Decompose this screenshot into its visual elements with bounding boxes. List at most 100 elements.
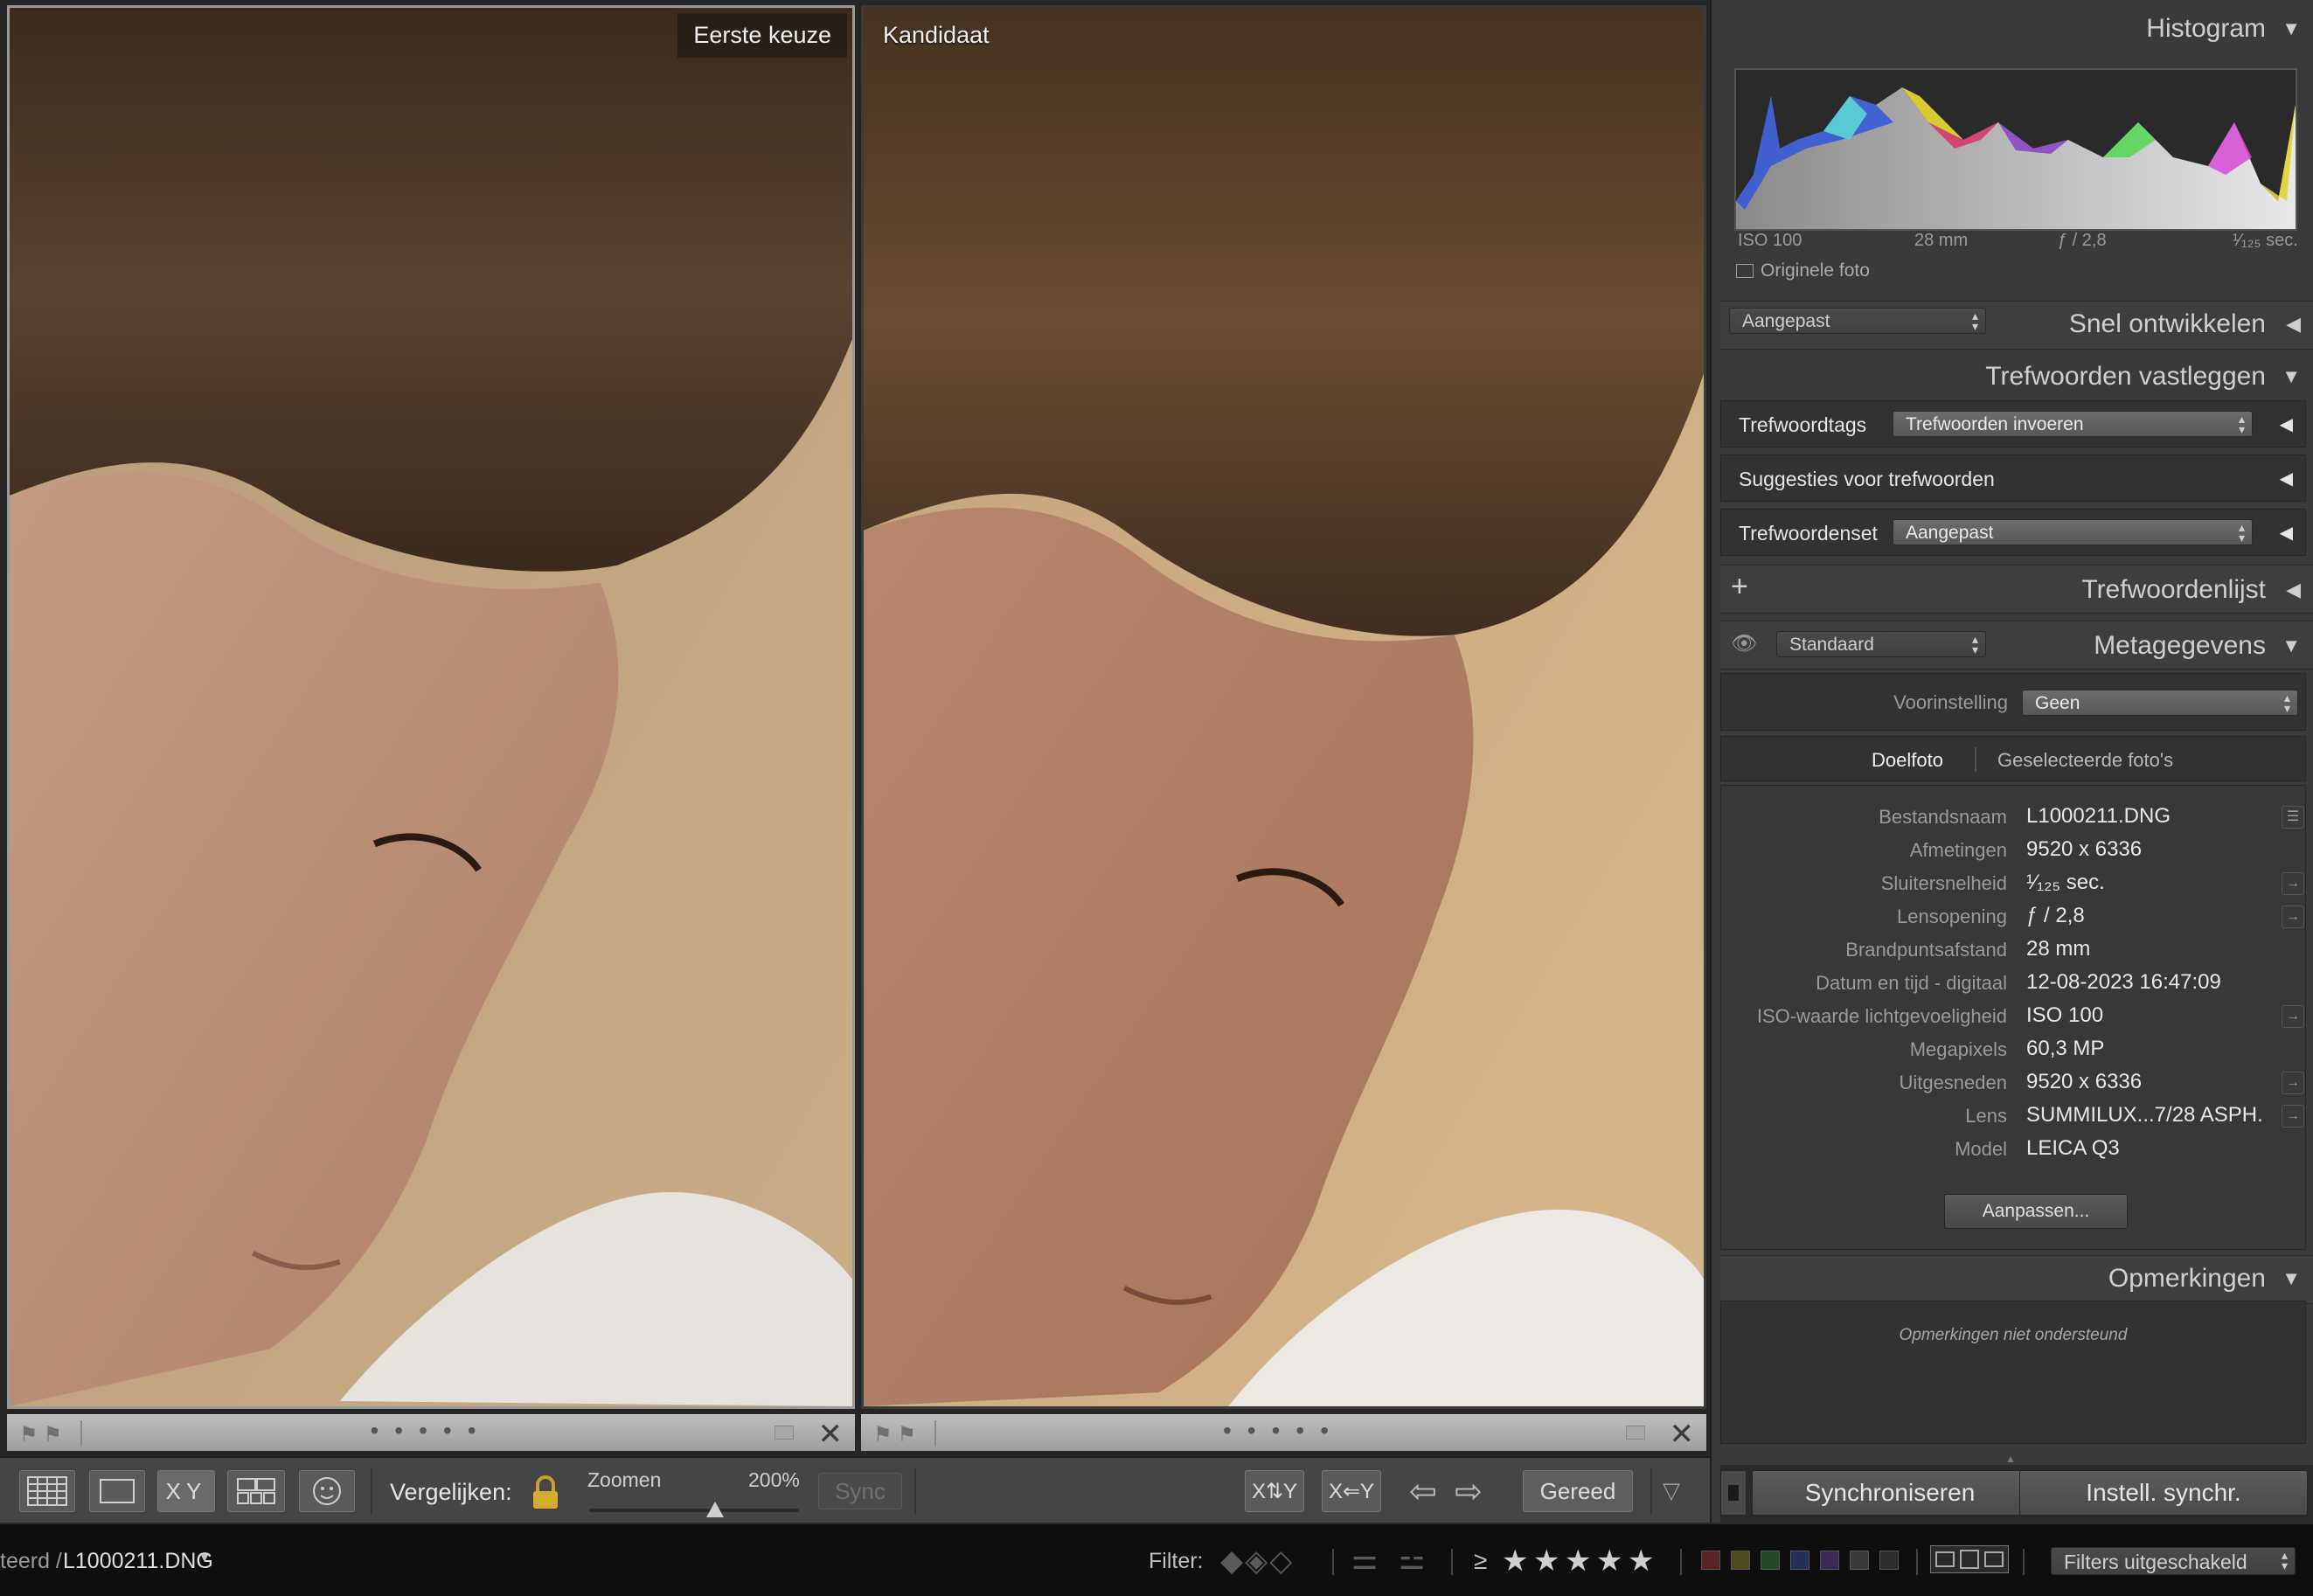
chevron-updown-icon: ▴ ▾ bbox=[2238, 520, 2245, 545]
grid-icon bbox=[27, 1476, 67, 1506]
candidate-photo-pane[interactable]: Kandidaat bbox=[861, 5, 1706, 1409]
select-photo bbox=[10, 8, 852, 1406]
arrow-right-icon[interactable]: → bbox=[2282, 1005, 2304, 1028]
metadata-header[interactable]: Metagegevens ▼ bbox=[1712, 631, 2313, 661]
color-filter-purple[interactable] bbox=[1820, 1551, 1839, 1570]
compare-view-button[interactable]: XY bbox=[157, 1470, 215, 1512]
close-icon[interactable]: ✕ bbox=[818, 1417, 844, 1452]
right-panel: Histogram ▼ ISO 100 28 mm ƒ / 2,8 ¹⁄₁₂₅ … bbox=[1710, 0, 2313, 1523]
collapse-triangle-icon[interactable]: ▼ bbox=[2282, 365, 2301, 388]
original-photo-checkbox[interactable] bbox=[1736, 264, 1754, 278]
histogram-header[interactable]: Histogram ▼ bbox=[1712, 14, 2313, 44]
zoom-slider-handle[interactable] bbox=[706, 1502, 724, 1517]
keyword-tags-dropdown[interactable]: Trefwoorden invoeren ▴ ▾ bbox=[1893, 411, 2253, 437]
flag-filter-icon[interactable]: ◆◈◇ bbox=[1220, 1544, 1294, 1579]
metadata-row-lens: Lens SUMMILUX...7/28 ASPH. → bbox=[1720, 1100, 2306, 1133]
unedited-filter-icon[interactable]: ⚍ bbox=[1399, 1542, 1425, 1577]
star-icon[interactable]: ★ bbox=[1533, 1544, 1559, 1579]
metadata-row-dimensions: Afmetingen 9520 x 6336 bbox=[1909, 837, 2143, 861]
expand-triangle-icon[interactable]: ◀ bbox=[2280, 522, 2293, 544]
color-filter-green[interactable] bbox=[1761, 1551, 1780, 1570]
keyword-list-header[interactable]: Trefwoordenlijst ◀ bbox=[1712, 575, 2313, 605]
compare-toolbar: XY Vergelijken: Zoomen 200% Sync X⇅Y X⇐Y… bbox=[0, 1456, 1710, 1523]
tab-target-photo[interactable]: Doelfoto bbox=[1872, 749, 1943, 772]
expand-triangle-icon[interactable]: ◀ bbox=[2286, 313, 2301, 336]
arrow-right-icon[interactable]: → bbox=[2282, 872, 2304, 895]
close-icon[interactable]: ✕ bbox=[1670, 1417, 1695, 1452]
expand-triangle-icon[interactable]: ◀ bbox=[2286, 579, 2301, 601]
people-view-button[interactable] bbox=[299, 1470, 355, 1512]
metadata-preset-dropdown[interactable]: Geen ▴ ▾ bbox=[2022, 690, 2298, 716]
sync-settings-button[interactable]: Instell. synchr. bbox=[2019, 1470, 2308, 1516]
customize-button[interactable]: Aanpassen... bbox=[1944, 1194, 2128, 1229]
kind-filter-icon[interactable] bbox=[1930, 1545, 2009, 1573]
chevron-down-icon[interactable]: ▼ bbox=[198, 1551, 212, 1566]
keyword-set-row: Trefwoordenset Aangepast ▴ ▾ ◀ bbox=[1720, 509, 2306, 556]
color-label-icon[interactable] bbox=[1626, 1426, 1645, 1440]
compare-label: Vergelijken: bbox=[390, 1479, 512, 1505]
next-arrow-icon[interactable]: ⇨ bbox=[1455, 1472, 1483, 1511]
star-icon[interactable]: ★ bbox=[1628, 1544, 1654, 1579]
keyword-suggestions-row[interactable]: Suggesties voor trefwoorden ◀ bbox=[1720, 455, 2306, 502]
edit-filter-icon[interactable]: ⚌ bbox=[1351, 1542, 1378, 1577]
collapse-triangle-icon[interactable]: ▼ bbox=[2282, 635, 2301, 657]
lock-icon[interactable] bbox=[530, 1475, 561, 1510]
color-filter-blue[interactable] bbox=[1790, 1551, 1809, 1570]
synchronize-button[interactable]: Synchroniseren bbox=[1752, 1470, 2028, 1516]
chevron-updown-icon: ▴ ▾ bbox=[2238, 412, 2245, 436]
metadata-row-iso: ISO-waarde lichtgevoeligheid ISO 100 → bbox=[1720, 1000, 2306, 1033]
arrow-right-icon[interactable]: → bbox=[2282, 906, 2304, 928]
zoom-slider[interactable] bbox=[589, 1509, 799, 1512]
loupe-view-button[interactable] bbox=[89, 1470, 145, 1512]
histogram-focal: 28 mm bbox=[1914, 231, 1969, 250]
done-button[interactable]: Gereed bbox=[1523, 1470, 1633, 1512]
keywording-header[interactable]: Trefwoorden vastleggen ▼ bbox=[1712, 362, 2313, 392]
metadata-row-megapixels: Megapixels 60,3 MP bbox=[1909, 1037, 2105, 1060]
histogram-aperture: ƒ / 2,8 bbox=[2058, 231, 2107, 250]
color-filter-yellow[interactable] bbox=[1731, 1551, 1750, 1570]
select-info-bar: ⚑⚑ ••••• ✕ bbox=[7, 1414, 855, 1451]
survey-view-button[interactable] bbox=[227, 1470, 285, 1512]
list-icon[interactable]: ☰ bbox=[2282, 806, 2304, 829]
expand-triangle-icon[interactable]: ◀ bbox=[2280, 468, 2293, 489]
previous-arrow-icon[interactable]: ⇦ bbox=[1409, 1472, 1437, 1511]
color-filter-custom[interactable] bbox=[1850, 1551, 1869, 1570]
keyword-tags-row: Trefwoordtags Trefwoorden invoeren ▴ ▾ ◀ bbox=[1720, 400, 2306, 448]
source-path[interactable]: teerd / bbox=[0, 1549, 62, 1574]
expand-triangle-icon[interactable]: ◀ bbox=[2280, 413, 2293, 435]
arrow-right-icon[interactable]: → bbox=[2282, 1105, 2304, 1128]
metadata-row-model: Model LEICA Q3 bbox=[1955, 1136, 2120, 1160]
rating-operator[interactable]: ≥ bbox=[1474, 1547, 1487, 1575]
select-label: Eerste keuze bbox=[677, 13, 847, 58]
histogram-shutter: ¹⁄₁₂₅ sec. bbox=[2233, 231, 2298, 250]
tab-selected-photos[interactable]: Geselecteerde foto's bbox=[1997, 749, 2173, 772]
quick-develop-header[interactable]: Snel ontwikkelen ◀ bbox=[1712, 309, 2313, 339]
sync-button[interactable]: Sync bbox=[818, 1473, 902, 1509]
rating-dots[interactable]: ••••• bbox=[1223, 1417, 1344, 1445]
collapse-triangle-icon[interactable]: ▼ bbox=[2282, 17, 2301, 40]
current-filename[interactable]: L1000211.DNG bbox=[63, 1549, 213, 1574]
make-select-button[interactable]: X⇐Y bbox=[1322, 1470, 1381, 1512]
toolbar-menu-icon[interactable]: ▽ bbox=[1663, 1477, 1680, 1504]
arrow-right-icon[interactable]: → bbox=[2282, 1072, 2304, 1094]
filter-preset-dropdown[interactable]: Filters uitgeschakeld ▴ ▾ bbox=[2051, 1547, 2296, 1575]
flag-icon[interactable]: ⚑⚑ bbox=[19, 1422, 67, 1447]
color-filter-red[interactable] bbox=[1701, 1551, 1720, 1570]
color-filter-none[interactable] bbox=[1879, 1551, 1899, 1570]
rating-dots[interactable]: ••••• bbox=[370, 1417, 491, 1445]
auto-sync-switch[interactable] bbox=[1720, 1470, 1747, 1516]
swap-button[interactable]: X⇅Y bbox=[1245, 1470, 1304, 1512]
candidate-photo bbox=[864, 8, 1704, 1406]
select-photo-pane[interactable]: Eerste keuze bbox=[7, 5, 855, 1409]
grid-view-button[interactable] bbox=[19, 1470, 75, 1512]
color-label-icon[interactable] bbox=[774, 1426, 794, 1440]
keyword-set-dropdown[interactable]: Aangepast ▴ ▾ bbox=[1893, 519, 2253, 545]
star-icon[interactable]: ★ bbox=[1502, 1544, 1528, 1579]
make-select-icon: X⇐Y bbox=[1328, 1479, 1375, 1503]
collapse-triangle-icon[interactable]: ▼ bbox=[2282, 1267, 2301, 1290]
comments-header[interactable]: Opmerkingen ▼ bbox=[1712, 1264, 2313, 1294]
star-icon[interactable]: ★ bbox=[1596, 1544, 1622, 1579]
flag-icon[interactable]: ⚑⚑ bbox=[873, 1422, 921, 1447]
xy-icon: XY bbox=[165, 1477, 207, 1504]
star-icon[interactable]: ★ bbox=[1565, 1544, 1591, 1579]
